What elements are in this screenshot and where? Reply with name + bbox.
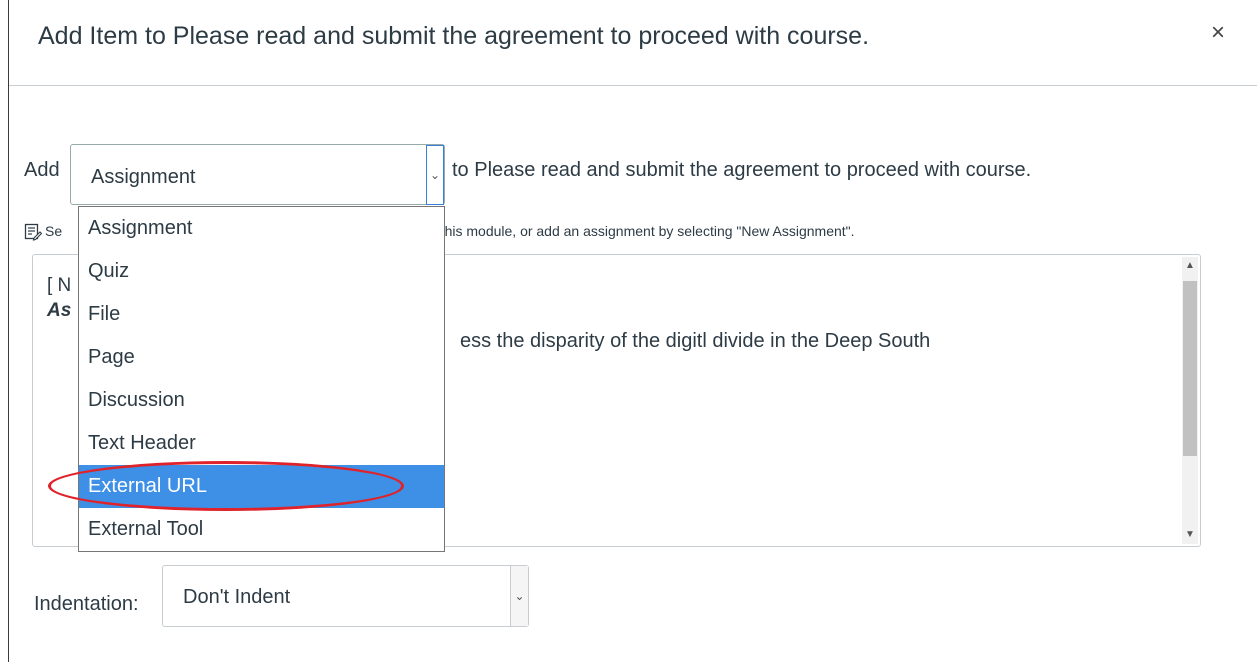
- option-text-header[interactable]: Text Header: [79, 422, 444, 465]
- list-group-header: As: [47, 300, 72, 321]
- indentation-value: Don't Indent: [183, 586, 291, 608]
- scroll-down-icon[interactable]: ▼: [1182, 526, 1198, 544]
- edit-note-icon: [24, 224, 42, 242]
- option-page[interactable]: Page: [79, 336, 444, 379]
- option-quiz[interactable]: Quiz: [79, 250, 444, 293]
- list-item-text[interactable]: ess the disparity of the digitl divide i…: [460, 330, 930, 353]
- option-file[interactable]: File: [79, 293, 444, 336]
- dialog-title: Add Item to Please read and submit the a…: [38, 22, 870, 50]
- close-icon[interactable]: ×: [1203, 18, 1233, 48]
- add-label: Add: [24, 159, 60, 181]
- item-type-select[interactable]: Assignment ⌄: [70, 144, 445, 205]
- chevron-down-icon[interactable]: ⌄: [510, 566, 528, 626]
- dialog-header: Add Item to Please read and submit the a…: [9, 0, 1257, 86]
- list-scrollbar[interactable]: ▲ ▼: [1182, 257, 1198, 544]
- hint-prefix: Se: [45, 223, 63, 239]
- item-type-value: Assignment: [91, 166, 196, 188]
- indentation-select[interactable]: Don't Indent ⌄: [162, 565, 529, 627]
- option-discussion[interactable]: Discussion: [79, 379, 444, 422]
- scroll-up-icon[interactable]: ▲: [1182, 257, 1198, 275]
- add-target-text: to Please read and submit the agreement …: [452, 159, 1032, 181]
- option-external-url[interactable]: External URL: [79, 465, 444, 508]
- option-assignment[interactable]: Assignment: [79, 207, 444, 250]
- list-item-text: [ N: [47, 275, 72, 296]
- scroll-thumb[interactable]: [1183, 281, 1197, 456]
- indentation-label: Indentation:: [34, 593, 139, 615]
- chevron-down-icon[interactable]: ⌄: [426, 145, 444, 205]
- option-external-tool[interactable]: External Tool: [79, 508, 444, 551]
- hint-suffix: th this module, or add an assignment by …: [425, 223, 855, 239]
- item-type-dropdown[interactable]: Assignment Quiz File Page Discussion Tex…: [78, 206, 445, 552]
